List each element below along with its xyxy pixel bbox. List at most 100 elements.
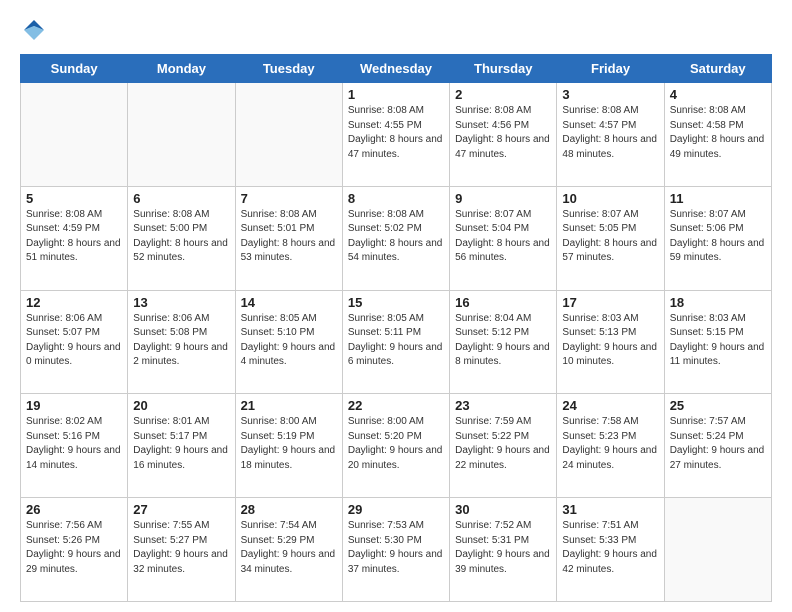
day-number: 13	[133, 295, 229, 310]
day-number: 23	[455, 398, 551, 413]
day-number: 11	[670, 191, 766, 206]
calendar-cell: 8Sunrise: 8:08 AM Sunset: 5:02 PM Daylig…	[342, 186, 449, 290]
calendar-cell: 3 Sunrise: 8:08 AM Sunset: 4:57 PM Daylig…	[557, 83, 664, 187]
day-number: 25	[670, 398, 766, 413]
day-info: Sunrise: 8:07 AM Sunset: 5:04 PM Dayligh…	[455, 208, 551, 266]
calendar-table: SundayMondayTuesdayWednesdayThursdayFrid…	[20, 54, 772, 602]
day-info: Sunrise: 8:06 AM Sunset: 5:07 PM Dayligh…	[26, 312, 122, 370]
week-row-1: 5Sunrise: 8:08 AM Sunset: 4:59 PM Daylig…	[21, 186, 772, 290]
weekday-header-thursday: Thursday	[450, 55, 557, 83]
calendar-cell: 27Sunrise: 7:55 AM Sunset: 5:27 PM Dayli…	[128, 498, 235, 602]
calendar-cell: 21Sunrise: 8:00 AM Sunset: 5:19 PM Dayli…	[235, 394, 342, 498]
calendar-cell: 31 Sunrise: 7:51 AM Sunset: 5:33 PM Dayli…	[557, 498, 664, 602]
day-info: Sunrise: 8:08 AM Sunset: 4:55 PM Dayligh…	[348, 104, 444, 162]
day-number: 10	[562, 191, 658, 206]
day-number: 19	[26, 398, 122, 413]
day-number: 3	[562, 87, 658, 102]
day-info: Sunrise: 8:01 AM Sunset: 5:17 PM Dayligh…	[133, 415, 229, 473]
day-info: Sunrise: 8:03 AM Sunset: 5:15 PM Dayligh…	[670, 312, 766, 370]
weekday-header-monday: Monday	[128, 55, 235, 83]
calendar-cell: 13 Sunrise: 8:06 AM Sunset: 5:08 PM Dayli…	[128, 290, 235, 394]
calendar-cell: 1 Sunrise: 8:08 AM Sunset: 4:55 PM Daylig…	[342, 83, 449, 187]
day-number: 22	[348, 398, 444, 413]
day-info: Sunrise: 8:02 AM Sunset: 5:16 PM Dayligh…	[26, 415, 122, 473]
day-info: Sunrise: 7:52 AM Sunset: 5:31 PM Dayligh…	[455, 519, 551, 577]
day-info: Sunrise: 7:58 AM Sunset: 5:23 PM Dayligh…	[562, 415, 658, 473]
calendar-cell: 12 Sunrise: 8:06 AM Sunset: 5:07 PM Dayli…	[21, 290, 128, 394]
calendar-cell	[128, 83, 235, 187]
calendar-cell: 10 Sunrise: 8:07 AM Sunset: 5:05 PM Dayli…	[557, 186, 664, 290]
weekday-header-saturday: Saturday	[664, 55, 771, 83]
calendar-cell: 7Sunrise: 8:08 AM Sunset: 5:01 PM Daylig…	[235, 186, 342, 290]
day-number: 6	[133, 191, 229, 206]
day-info: Sunrise: 8:00 AM Sunset: 5:19 PM Dayligh…	[241, 415, 337, 473]
calendar-cell: 30 Sunrise: 7:52 AM Sunset: 5:31 PM Dayli…	[450, 498, 557, 602]
calendar-cell: 23 Sunrise: 7:59 AM Sunset: 5:22 PM Dayli…	[450, 394, 557, 498]
calendar-cell	[235, 83, 342, 187]
day-number: 16	[455, 295, 551, 310]
day-info: Sunrise: 7:59 AM Sunset: 5:22 PM Dayligh…	[455, 415, 551, 473]
day-number: 20	[133, 398, 229, 413]
calendar-cell	[664, 498, 771, 602]
day-number: 28	[241, 502, 337, 517]
weekday-header-row: SundayMondayTuesdayWednesdayThursdayFrid…	[21, 55, 772, 83]
day-number: 30	[455, 502, 551, 517]
day-info: Sunrise: 7:54 AM Sunset: 5:29 PM Dayligh…	[241, 519, 337, 577]
day-info: Sunrise: 8:00 AM Sunset: 5:20 PM Dayligh…	[348, 415, 444, 473]
calendar-cell: 4Sunrise: 8:08 AM Sunset: 4:58 PM Daylig…	[664, 83, 771, 187]
day-info: Sunrise: 8:08 AM Sunset: 5:00 PM Dayligh…	[133, 208, 229, 266]
week-row-0: 1 Sunrise: 8:08 AM Sunset: 4:55 PM Daylig…	[21, 83, 772, 187]
week-row-2: 12 Sunrise: 8:06 AM Sunset: 5:07 PM Dayli…	[21, 290, 772, 394]
weekday-header-tuesday: Tuesday	[235, 55, 342, 83]
calendar-cell: 14 Sunrise: 8:05 AM Sunset: 5:10 PM Dayli…	[235, 290, 342, 394]
day-info: Sunrise: 8:08 AM Sunset: 4:56 PM Dayligh…	[455, 104, 551, 162]
calendar-cell: 18 Sunrise: 8:03 AM Sunset: 5:15 PM Dayli…	[664, 290, 771, 394]
calendar-cell: 5Sunrise: 8:08 AM Sunset: 4:59 PM Daylig…	[21, 186, 128, 290]
weekday-header-sunday: Sunday	[21, 55, 128, 83]
day-info: Sunrise: 7:51 AM Sunset: 5:33 PM Dayligh…	[562, 519, 658, 577]
day-number: 7	[241, 191, 337, 206]
day-info: Sunrise: 7:57 AM Sunset: 5:24 PM Dayligh…	[670, 415, 766, 473]
calendar-cell: 26 Sunrise: 7:56 AM Sunset: 5:26 PM Dayli…	[21, 498, 128, 602]
day-info: Sunrise: 8:07 AM Sunset: 5:05 PM Dayligh…	[562, 208, 658, 266]
day-info: Sunrise: 8:04 AM Sunset: 5:12 PM Dayligh…	[455, 312, 551, 370]
day-number: 24	[562, 398, 658, 413]
day-number: 15	[348, 295, 444, 310]
day-info: Sunrise: 8:08 AM Sunset: 4:58 PM Dayligh…	[670, 104, 766, 162]
calendar-cell: 15 Sunrise: 8:05 AM Sunset: 5:11 PM Dayli…	[342, 290, 449, 394]
day-info: Sunrise: 8:08 AM Sunset: 4:59 PM Dayligh…	[26, 208, 122, 266]
day-number: 9	[455, 191, 551, 206]
day-number: 1	[348, 87, 444, 102]
day-info: Sunrise: 8:03 AM Sunset: 5:13 PM Dayligh…	[562, 312, 658, 370]
calendar-cell: 25 Sunrise: 7:57 AM Sunset: 5:24 PM Dayli…	[664, 394, 771, 498]
day-info: Sunrise: 8:06 AM Sunset: 5:08 PM Dayligh…	[133, 312, 229, 370]
calendar-cell: 29Sunrise: 7:53 AM Sunset: 5:30 PM Dayli…	[342, 498, 449, 602]
calendar-cell: 2Sunrise: 8:08 AM Sunset: 4:56 PM Daylig…	[450, 83, 557, 187]
calendar-cell	[21, 83, 128, 187]
calendar-cell: 17 Sunrise: 8:03 AM Sunset: 5:13 PM Dayli…	[557, 290, 664, 394]
calendar-cell: 6 Sunrise: 8:08 AM Sunset: 5:00 PM Daylig…	[128, 186, 235, 290]
logo	[20, 16, 52, 44]
day-number: 18	[670, 295, 766, 310]
day-number: 26	[26, 502, 122, 517]
day-info: Sunrise: 8:05 AM Sunset: 5:10 PM Dayligh…	[241, 312, 337, 370]
calendar-cell: 9 Sunrise: 8:07 AM Sunset: 5:04 PM Daylig…	[450, 186, 557, 290]
day-number: 31	[562, 502, 658, 517]
logo-icon	[20, 16, 48, 44]
calendar-cell: 24 Sunrise: 7:58 AM Sunset: 5:23 PM Dayli…	[557, 394, 664, 498]
calendar-cell: 28 Sunrise: 7:54 AM Sunset: 5:29 PM Dayli…	[235, 498, 342, 602]
page: SundayMondayTuesdayWednesdayThursdayFrid…	[0, 0, 792, 612]
weekday-header-friday: Friday	[557, 55, 664, 83]
day-number: 29	[348, 502, 444, 517]
day-info: Sunrise: 7:56 AM Sunset: 5:26 PM Dayligh…	[26, 519, 122, 577]
day-number: 17	[562, 295, 658, 310]
day-info: Sunrise: 8:08 AM Sunset: 5:02 PM Dayligh…	[348, 208, 444, 266]
weekday-header-wednesday: Wednesday	[342, 55, 449, 83]
calendar-cell: 19 Sunrise: 8:02 AM Sunset: 5:16 PM Dayli…	[21, 394, 128, 498]
day-info: Sunrise: 8:07 AM Sunset: 5:06 PM Dayligh…	[670, 208, 766, 266]
day-number: 12	[26, 295, 122, 310]
day-info: Sunrise: 8:05 AM Sunset: 5:11 PM Dayligh…	[348, 312, 444, 370]
day-info: Sunrise: 8:08 AM Sunset: 4:57 PM Dayligh…	[562, 104, 658, 162]
week-row-4: 26 Sunrise: 7:56 AM Sunset: 5:26 PM Dayli…	[21, 498, 772, 602]
day-number: 14	[241, 295, 337, 310]
